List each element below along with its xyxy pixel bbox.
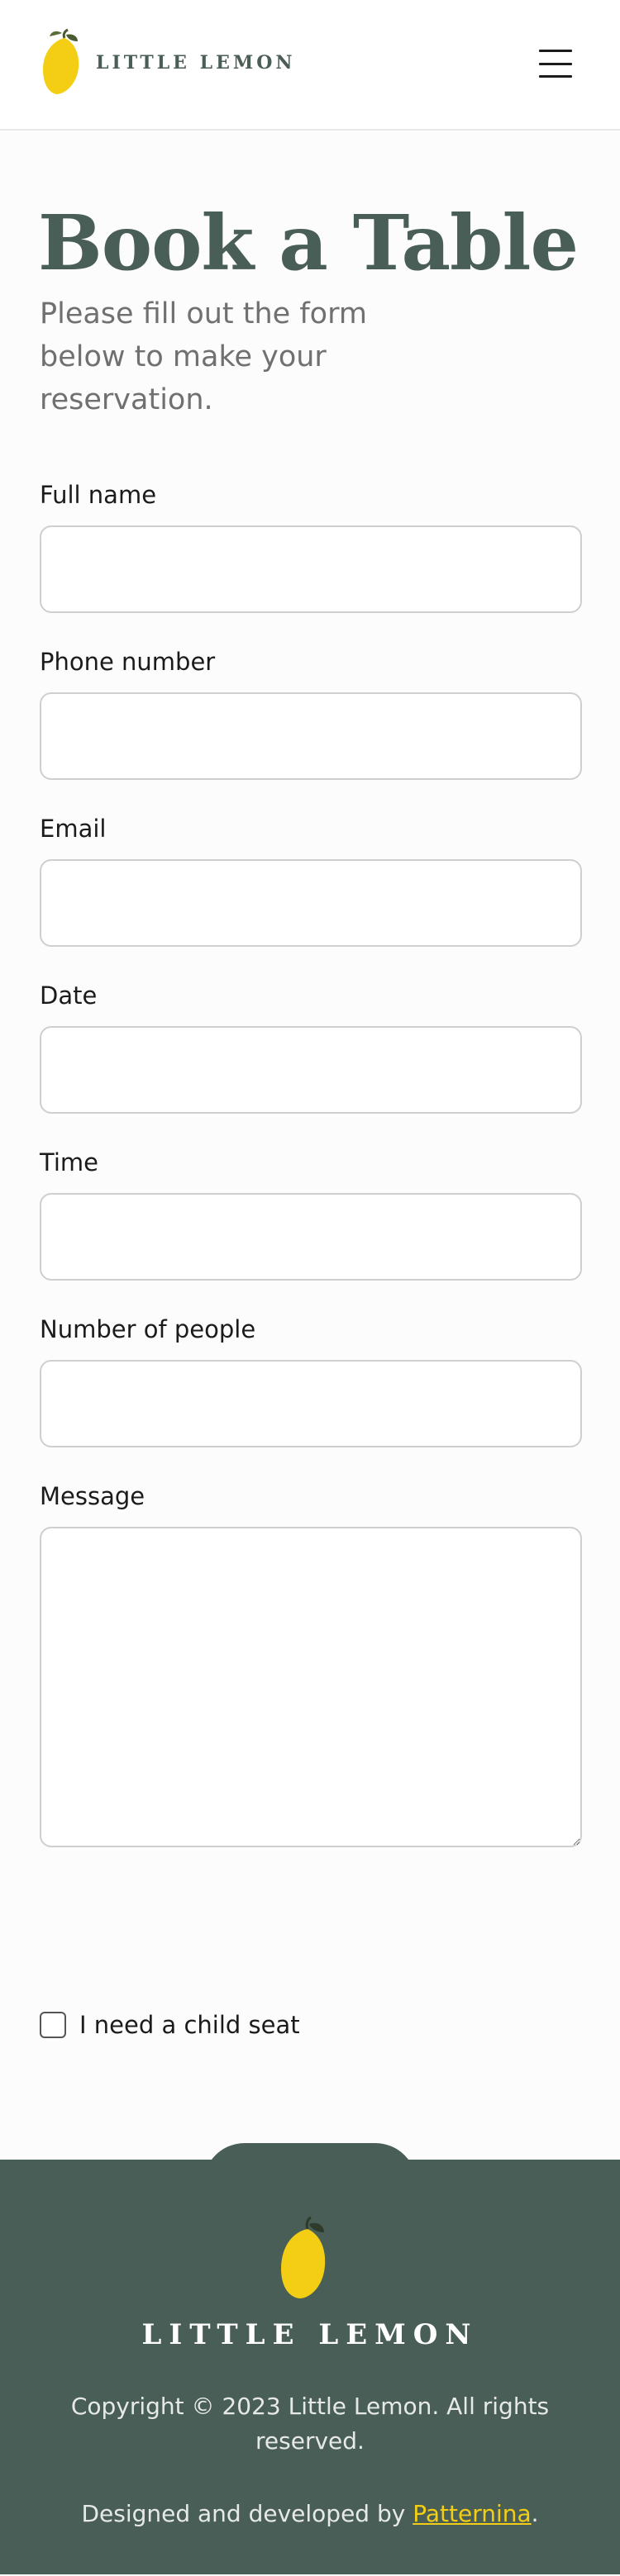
- brand-name: LITTLE LEMON: [96, 52, 296, 74]
- booking-section: Book a Table Please fill out the form be…: [0, 131, 620, 2226]
- people-input[interactable]: [40, 1360, 582, 1447]
- phone-label: Phone number: [40, 648, 216, 676]
- credit-suffix: .: [531, 2500, 539, 2527]
- credit-prefix: Designed and developed by: [81, 2500, 413, 2527]
- time-input[interactable]: [40, 1193, 582, 1281]
- site-footer: LITTLE LEMON Copyright © 2023 Little Lem…: [0, 2160, 620, 2574]
- email-label: Email: [40, 815, 107, 843]
- message-label: Message: [40, 1482, 145, 1510]
- logo-link[interactable]: LITTLE LEMON: [40, 26, 295, 96]
- page: LITTLE LEMON Book a Table Please fill ou…: [0, 0, 620, 2574]
- footer-brand-name: LITTLE LEMON: [141, 2318, 479, 2351]
- full-name-label: Full name: [40, 481, 157, 509]
- child-seat-label: I need a child seat: [79, 2011, 300, 2039]
- patternina-link[interactable]: Patternina: [413, 2500, 531, 2527]
- hamburger-menu-icon[interactable]: [539, 50, 572, 78]
- date-label: Date: [40, 981, 98, 1010]
- child-seat-checkbox[interactable]: [40, 2012, 66, 2038]
- time-label: Time: [40, 1148, 98, 1176]
- page-title: Book a Table: [38, 198, 579, 288]
- lemon-icon: [43, 28, 79, 94]
- page-subtitle: Please fill out the form below to make y…: [40, 297, 367, 416]
- full-name-input[interactable]: [40, 525, 582, 613]
- child-seat-option[interactable]: I need a child seat: [40, 2011, 300, 2039]
- credit-text: Designed and developed by Patternina.: [0, 2500, 620, 2527]
- phone-input[interactable]: [40, 692, 582, 780]
- date-input[interactable]: [40, 1026, 582, 1114]
- lemon-icon: [281, 2216, 326, 2298]
- site-header: LITTLE LEMON: [0, 0, 620, 131]
- message-textarea[interactable]: [40, 1527, 582, 1847]
- people-label: Number of people: [40, 1315, 256, 1343]
- copyright-text: Copyright © 2023 Little Lemon. All right…: [70, 2393, 550, 2455]
- email-input[interactable]: [40, 859, 582, 947]
